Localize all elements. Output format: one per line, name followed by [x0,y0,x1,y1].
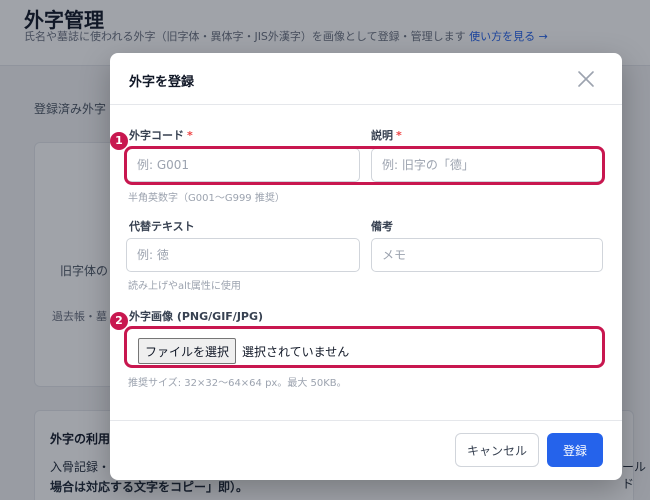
description-required-mark: * [396,129,402,142]
close-icon[interactable] [576,69,596,89]
cancel-button[interactable]: キャンセル [455,433,539,467]
note-input[interactable] [371,238,603,272]
image-file-input[interactable]: ファイルを選択 選択されていません [136,334,602,368]
image-label: 外字画像 (PNG/GIF/JPG) [129,310,264,323]
code-input[interactable] [126,148,360,182]
code-label: 外字コード * [129,127,193,143]
modal-header: 外字を登録 [110,53,622,105]
alt-text-label: 代替テキスト [129,220,195,233]
description-label: 説明 * [371,127,402,143]
code-hint: 半角英数字（G001〜G999 推奨） [128,193,285,204]
description-input[interactable] [371,148,603,182]
note-label: 備考 [371,220,393,233]
register-button[interactable]: 登録 [547,433,603,467]
register-gaiji-modal: 外字を登録 外字コード* 半角英数字（G001〜G999 推奨） 説明* 代替テ… [110,53,622,480]
marker-2: 2 [110,312,128,330]
modal-title: 外字を登録 [129,75,195,90]
code-label-text: 外字コード [129,129,184,142]
modal-footer [110,420,622,480]
alt-text-hint: 読み上げやalt属性に使用 [128,281,241,292]
marker-1: 1 [110,132,128,150]
image-hint: 推奨サイズ: 32×32〜64×64 px。最大 50KB。 [128,378,347,389]
alt-text-input[interactable] [126,238,360,272]
choose-file-button[interactable]: ファイルを選択 [138,338,237,364]
description-label-text: 説明 [371,129,393,142]
file-status: 選択されていません [242,344,350,359]
code-required-mark: * [187,129,193,142]
